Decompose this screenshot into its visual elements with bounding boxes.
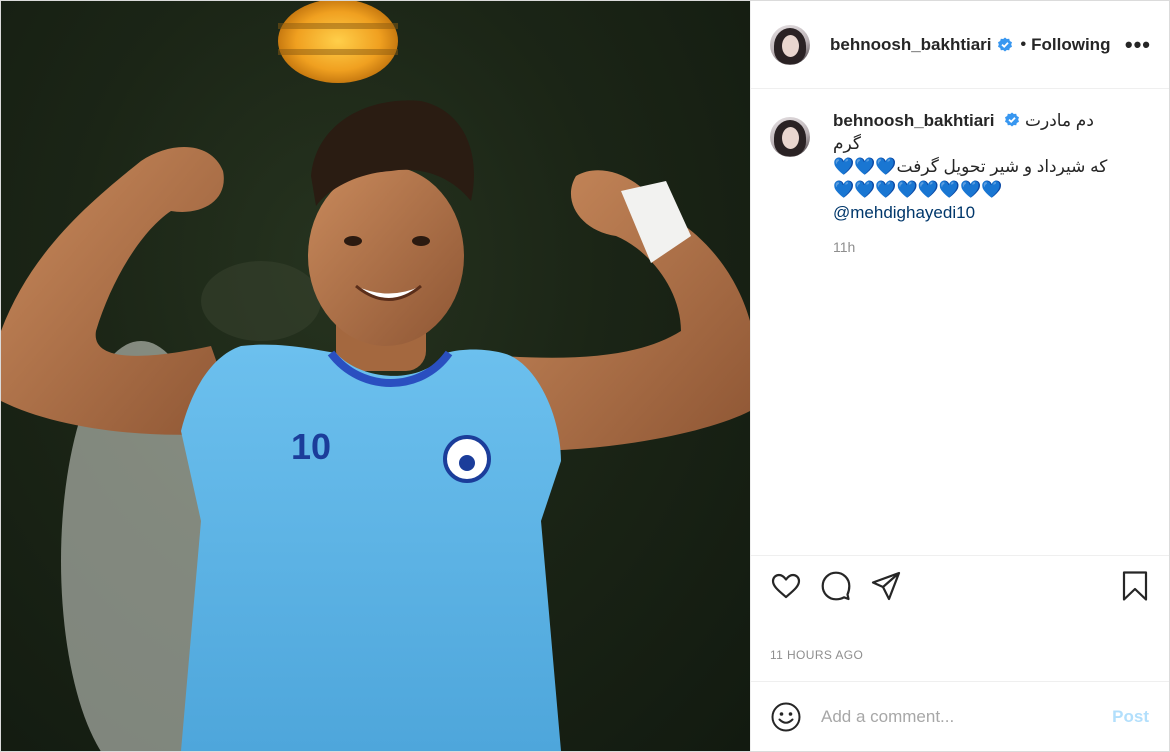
author-avatar[interactable] — [770, 24, 810, 65]
caption-time[interactable]: 11h — [833, 236, 1115, 259]
header-separator: • — [1020, 35, 1027, 53]
bookmark-icon[interactable] — [1119, 570, 1151, 602]
post-comment-button[interactable]: Post — [1112, 707, 1149, 727]
jersey-number: 10 — [291, 426, 331, 467]
post-side-panel: behnoosh_bakhtiari • Following ••• behno… — [750, 1, 1169, 751]
following-button[interactable]: Following — [1031, 35, 1110, 55]
add-comment-input[interactable] — [819, 705, 1113, 728]
verified-badge-icon — [997, 37, 1012, 51]
caption-comment: behnoosh_bakhtiari دم مادرت گرم 💙💙💙که شی… — [770, 109, 1151, 259]
more-options-button[interactable]: ••• — [1125, 33, 1151, 56]
post-timestamp[interactable]: 11 HOURS AGO — [751, 615, 1169, 681]
caption-author-avatar[interactable] — [770, 117, 810, 157]
caption-hearts-line3: 💙💙💙💙💙💙💙💙 — [833, 180, 1003, 199]
share-icon[interactable] — [870, 570, 902, 602]
heart-icon[interactable] — [770, 570, 802, 602]
caption-username[interactable]: behnoosh_bakhtiari — [833, 111, 995, 130]
post-header: behnoosh_bakhtiari • Following ••• — [751, 1, 1169, 89]
caption-body: behnoosh_bakhtiari دم مادرت گرم 💙💙💙که شی… — [833, 109, 1115, 259]
caption-mention-link[interactable]: @mehdighayedi10 — [833, 203, 975, 222]
post-actions-bar — [751, 555, 1169, 615]
post-photo[interactable]: 10 — [1, 1, 750, 751]
caption-text-line2: که شیرداد و شیر تحویل گرفت — [896, 157, 1108, 176]
comments-area[interactable]: behnoosh_bakhtiari دم مادرت گرم 💙💙💙که شی… — [751, 89, 1169, 555]
author-username[interactable]: behnoosh_bakhtiari — [830, 35, 992, 55]
caption-hearts-line2: 💙💙💙 — [833, 157, 897, 176]
smiley-icon[interactable] — [770, 701, 802, 733]
caption-verified-badge-icon — [1005, 112, 1020, 127]
comment-icon[interactable] — [820, 570, 852, 602]
add-comment-bar: Post — [751, 681, 1169, 751]
post-dialog: 10 behnoosh_bakhtiari • Following ••• be… — [0, 0, 1170, 752]
photo-illustration: 10 — [1, 1, 750, 751]
